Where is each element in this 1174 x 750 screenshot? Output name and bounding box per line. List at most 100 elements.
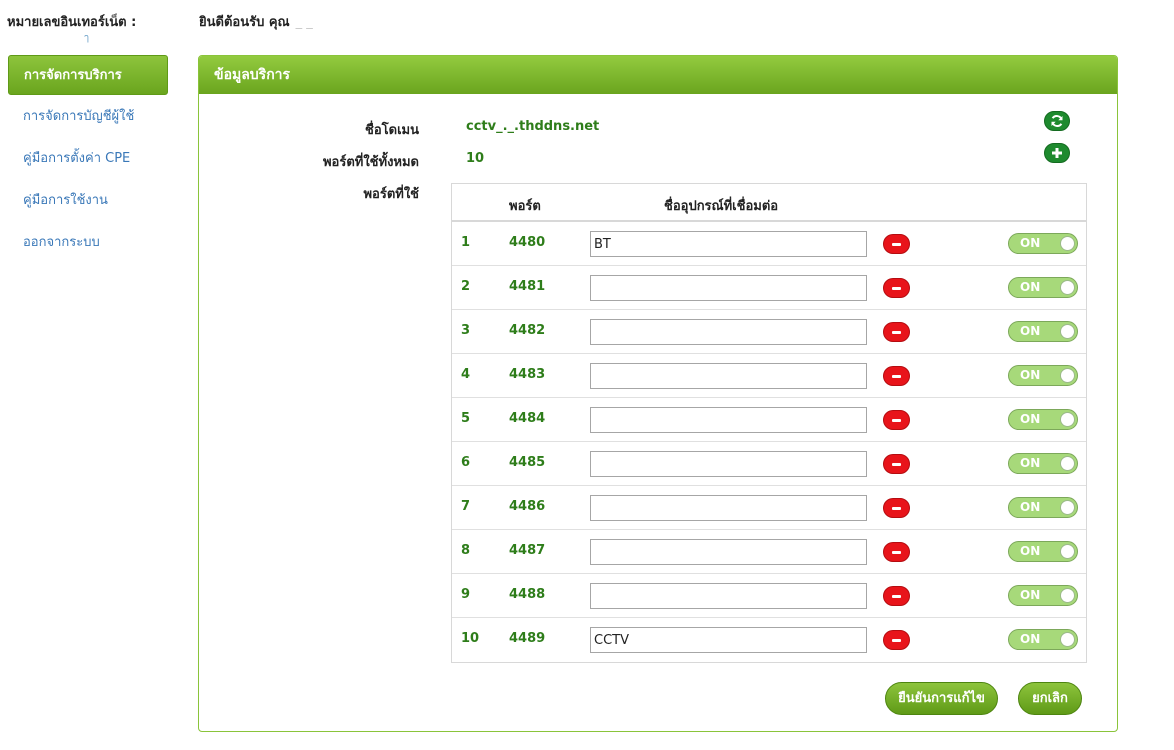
- port-number: 4482: [509, 323, 546, 338]
- remove-port-button[interactable]: [883, 542, 910, 562]
- device-name-input[interactable]: [590, 319, 867, 345]
- port-number: 4486: [509, 499, 546, 514]
- welcome-text: ยินดีต้อนรับ คุณ _ _: [199, 11, 346, 32]
- minus-icon: [892, 330, 901, 334]
- remove-port-button[interactable]: [883, 234, 910, 254]
- port-toggle[interactable]: ON: [1008, 453, 1078, 474]
- remove-port-button[interactable]: [883, 586, 910, 606]
- table-row: 8 4487 ON: [452, 530, 1086, 574]
- device-name-input[interactable]: [590, 231, 867, 257]
- port-number: 4483: [509, 367, 546, 382]
- device-name-input[interactable]: [590, 627, 867, 653]
- row-number: 9: [461, 587, 471, 602]
- remove-port-button[interactable]: [883, 366, 910, 386]
- row-number: 8: [461, 543, 471, 558]
- sidebar-item-cpe-setup-guide[interactable]: คู่มือการตั้งค่า CPE: [8, 139, 168, 179]
- port-toggle[interactable]: ON: [1008, 321, 1078, 342]
- row-number: 10: [461, 631, 480, 646]
- confirm-button[interactable]: ยืนยันการแก้ไข: [885, 682, 998, 715]
- port-toggle[interactable]: ON: [1008, 277, 1078, 298]
- toggle-knob: [1060, 456, 1075, 471]
- add-port-button[interactable]: [1044, 143, 1070, 163]
- remove-port-button[interactable]: [883, 278, 910, 298]
- minus-icon: [892, 506, 901, 510]
- toggle-knob: [1060, 368, 1075, 383]
- remove-port-button[interactable]: [883, 498, 910, 518]
- port-number: 4489: [509, 631, 546, 646]
- port-number: 4480: [509, 235, 546, 250]
- port-toggle[interactable]: ON: [1008, 629, 1078, 650]
- row-number: 4: [461, 367, 471, 382]
- device-name-input[interactable]: [590, 407, 867, 433]
- total-ports-label: พอร์ตที่ใช้ทั้งหมด: [322, 155, 419, 170]
- row-number: 5: [461, 411, 471, 426]
- row-number: 6: [461, 455, 471, 470]
- minus-icon: [892, 374, 901, 378]
- row-number: 1: [461, 235, 471, 250]
- toggle-label: ON: [1020, 324, 1041, 338]
- minus-icon: [892, 462, 901, 466]
- device-name-input[interactable]: [590, 363, 867, 389]
- minus-icon: [892, 638, 901, 642]
- table-row: 2 4481 ON: [452, 266, 1086, 310]
- internet-number-value: ๅ: [84, 33, 89, 44]
- port-toggle[interactable]: ON: [1008, 365, 1078, 386]
- toggle-knob: [1060, 236, 1075, 251]
- toggle-label: ON: [1020, 236, 1041, 250]
- port-toggle[interactable]: ON: [1008, 233, 1078, 254]
- cancel-button[interactable]: ยกเลิก: [1018, 682, 1082, 715]
- domain-label: ชื่อโดเมน: [365, 123, 419, 138]
- used-ports-label: พอร์ตที่ใช้: [363, 187, 419, 202]
- page: หมายเลขอินเทอร์เน็ต : ๅ ยินดีต้อนรับ คุณ…: [0, 0, 1174, 750]
- toggle-label: ON: [1020, 456, 1041, 470]
- panel-title: ข้อมูลบริการ: [199, 56, 1117, 94]
- table-row: 7 4486 ON: [452, 486, 1086, 530]
- table-row: 4 4483 ON: [452, 354, 1086, 398]
- minus-icon: [892, 242, 901, 246]
- sidebar-item-user-guide[interactable]: คู่มือการใช้งาน: [8, 181, 168, 221]
- table-row: 10 4489 ON: [452, 618, 1086, 662]
- refresh-icon: [1050, 114, 1064, 128]
- port-toggle[interactable]: ON: [1008, 409, 1078, 430]
- toggle-label: ON: [1020, 280, 1041, 294]
- remove-port-button[interactable]: [883, 454, 910, 474]
- welcome-label: ยินดีต้อนรับ คุณ: [199, 15, 290, 30]
- toggle-label: ON: [1020, 544, 1041, 558]
- internet-number-label: หมายเลขอินเทอร์เน็ต :: [7, 15, 137, 30]
- ports-table: พอร์ต ชื่ออุปกรณ์ที่เชื่อมต่อ 14480ON244…: [451, 183, 1087, 663]
- device-name-input[interactable]: [590, 539, 867, 565]
- port-number: 4487: [509, 543, 546, 558]
- sidebar-item-logout[interactable]: ออกจากระบบ: [8, 223, 168, 263]
- toggle-knob: [1060, 632, 1075, 647]
- remove-port-button[interactable]: [883, 630, 910, 650]
- remove-port-button[interactable]: [883, 322, 910, 342]
- device-name-input[interactable]: [590, 275, 867, 301]
- toggle-knob: [1060, 544, 1075, 559]
- remove-port-button[interactable]: [883, 410, 910, 430]
- toggle-label: ON: [1020, 412, 1041, 426]
- port-toggle[interactable]: ON: [1008, 541, 1078, 562]
- minus-icon: [892, 594, 901, 598]
- toggle-knob: [1060, 588, 1075, 603]
- minus-icon: [892, 286, 901, 290]
- port-number: 4481: [509, 279, 546, 294]
- refresh-button[interactable]: [1044, 111, 1070, 131]
- row-number: 3: [461, 323, 471, 338]
- sidebar-item-account-management[interactable]: การจัดการบัญชีผู้ใช้: [8, 97, 168, 137]
- port-toggle[interactable]: ON: [1008, 585, 1078, 606]
- column-header-port: พอร์ต: [509, 199, 541, 214]
- row-number: 2: [461, 279, 471, 294]
- device-name-input[interactable]: [590, 451, 867, 477]
- port-number: 4484: [509, 411, 546, 426]
- domain-value: cctv_._.thddns.net: [466, 119, 600, 134]
- toggle-label: ON: [1020, 632, 1041, 646]
- plus-icon: [1051, 147, 1063, 159]
- port-toggle[interactable]: ON: [1008, 497, 1078, 518]
- device-name-input[interactable]: [590, 495, 867, 521]
- sidebar-item-service-management[interactable]: การจัดการบริการ: [8, 55, 168, 95]
- toggle-label: ON: [1020, 368, 1041, 382]
- toggle-knob: [1060, 324, 1075, 339]
- device-name-input[interactable]: [590, 583, 867, 609]
- toggle-label: ON: [1020, 588, 1041, 602]
- total-ports-value: 10: [466, 151, 485, 166]
